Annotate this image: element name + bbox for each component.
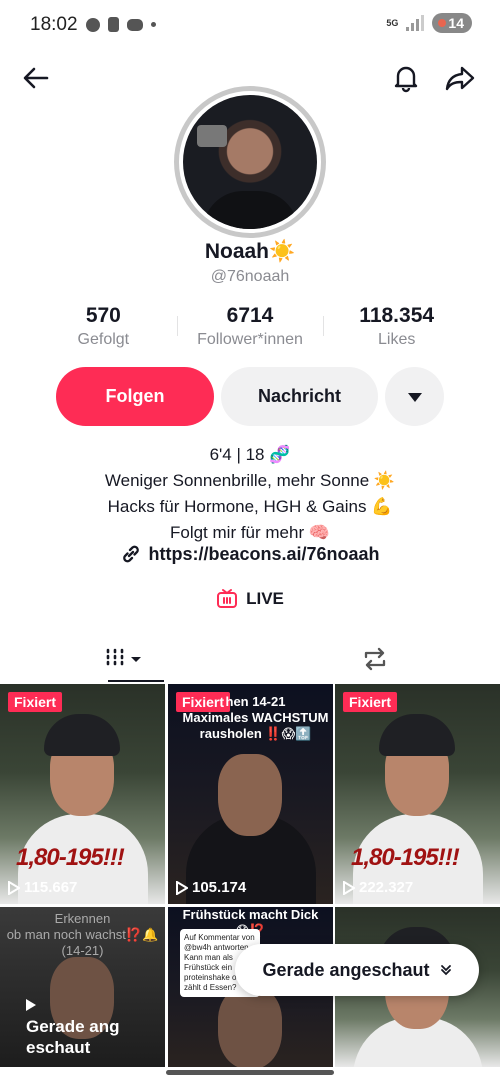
play-icon	[176, 880, 188, 895]
link-icon	[123, 545, 140, 563]
active-tab-indicator	[108, 680, 164, 682]
home-indicator[interactable]	[166, 1070, 334, 1075]
video-thumbnail[interactable]: Fixiert hen 14-21 Maximales WACHSTUM rau…	[168, 684, 333, 904]
stat-label: Gefolgt	[77, 331, 130, 348]
network-type: 5G	[386, 17, 399, 28]
bio-line: Weniger Sonnenbrille, mehr Sonne ☀️	[104, 471, 396, 490]
video-overlay-text: 1,80-195!!!	[351, 844, 460, 871]
battery-indicator: 14	[432, 13, 472, 33]
stat-followers[interactable]: 6714 Follower*innen	[176, 304, 324, 349]
profile-tabs	[0, 636, 500, 682]
recently-viewed-text: Gerade ang eschaut	[26, 1017, 120, 1057]
recently-viewed-toast-label: Gerade angeschaut	[262, 959, 430, 980]
gamepad-icon	[127, 18, 143, 31]
live-label: LIVE	[246, 589, 284, 608]
video-overlay-text: 1,80-195!!!	[16, 844, 125, 871]
profile-avatar[interactable]	[174, 86, 326, 238]
status-time: 18:02	[30, 14, 78, 35]
view-count-value: 105.174	[192, 879, 247, 896]
bio-link[interactable]: https://beacons.ai/76noaah	[0, 543, 500, 565]
system-icons: 5G 14	[384, 13, 472, 33]
share-icon	[445, 66, 475, 91]
avatar-image	[183, 95, 317, 229]
tab-videos[interactable]	[0, 636, 250, 682]
stat-label: Follower*innen	[197, 331, 303, 348]
videos-grid-icon	[106, 648, 141, 670]
caret-down-icon	[407, 392, 422, 402]
suggested-accounts-button[interactable]	[385, 367, 444, 426]
recently-viewed-label: Gerade ang eschaut	[26, 995, 120, 1058]
status-bar: 18:02 5G 14	[0, 0, 500, 50]
video-thumbnail[interactable]: Fixiert 1,80-195!!! 115.667	[0, 684, 165, 904]
play-icon	[8, 880, 20, 895]
stat-label: Likes	[378, 331, 416, 348]
arrow-left-icon	[23, 67, 49, 89]
live-button[interactable]: LIVE	[0, 588, 500, 610]
follow-button[interactable]: Folgen	[56, 367, 214, 426]
charging-icon	[438, 19, 447, 27]
video-caption: Erkennen ob man noch wachst⁉️🔔 (14-21)	[6, 911, 159, 958]
back-button[interactable]	[16, 58, 56, 98]
play-icon	[343, 880, 355, 895]
view-count: 222.327	[343, 879, 413, 896]
bio-line: 6'4 | 18 🧬	[209, 445, 291, 464]
share-button[interactable]	[440, 58, 480, 98]
notification-icon	[86, 17, 100, 32]
view-count-value: 222.327	[359, 879, 414, 896]
notification-icons	[86, 17, 156, 32]
profile-stats: 570 Gefolgt 6714 Follower*innen 118.354 …	[30, 304, 470, 349]
play-icon	[26, 999, 36, 1011]
recently-viewed-button[interactable]: Gerade angeschaut	[235, 944, 479, 996]
stat-following[interactable]: 570 Gefolgt	[30, 304, 177, 349]
live-tv-icon	[217, 589, 238, 608]
stat-likes[interactable]: 118.354 Likes	[323, 304, 470, 349]
stat-value: 6714	[226, 304, 274, 327]
bio-link-text: https://beacons.ai/76noaah	[148, 543, 380, 564]
notification-bell-button[interactable]	[386, 58, 426, 98]
video-thumbnail[interactable]: Erkennen ob man noch wachst⁉️🔔 (14-21) G…	[0, 907, 165, 1067]
pinned-badge: Fixiert	[343, 692, 398, 712]
pinned-badge: Fixiert	[8, 692, 63, 712]
message-button[interactable]: Nachricht	[221, 367, 378, 426]
profile-name: Noaah☀️	[204, 240, 296, 263]
bio-line: Hacks für Hormone, HGH & Gains 💪	[107, 497, 393, 516]
stat-value: 570	[85, 304, 121, 327]
tab-reposts[interactable]	[250, 636, 500, 682]
bell-icon	[394, 66, 418, 93]
stat-value: 118.354	[359, 304, 435, 327]
repost-icon	[364, 647, 386, 671]
view-count: 115.667	[8, 879, 77, 896]
view-count-value: 115.667	[24, 879, 78, 896]
video-caption: hen 14-21 Maximales WACHSTUM rausholen ‼…	[182, 694, 329, 741]
profile-bio: 6'4 | 18 🧬 Weniger Sonnenbrille, mehr So…	[0, 442, 500, 546]
chevron-double-down-icon	[440, 965, 451, 976]
battery-level: 14	[448, 15, 464, 31]
view-count: 105.174	[176, 879, 246, 896]
alert-icon	[108, 17, 119, 32]
more-notifications-icon	[151, 22, 156, 27]
profile-handle: @76noaah	[210, 268, 290, 285]
signal-icon	[406, 15, 426, 31]
video-thumbnail[interactable]: Fixiert 1,80-195!!! 222.327	[335, 684, 500, 904]
